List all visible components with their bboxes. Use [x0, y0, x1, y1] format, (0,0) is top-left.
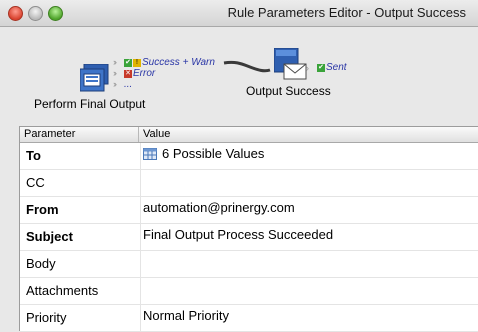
parameter-value[interactable]: Normal Priority [141, 305, 229, 331]
output-label: Error [133, 68, 156, 79]
column-header-parameter[interactable]: Parameter [20, 127, 139, 142]
output-sent[interactable]: › ✔ Sent [306, 62, 347, 73]
parameter-name: CC [20, 170, 141, 196]
parameters-table: Parameter Value To 6 Possible Values CC … [19, 126, 478, 332]
table-row[interactable]: Attachments [20, 278, 478, 305]
table-header: Parameter Value [20, 127, 478, 143]
table-row[interactable]: To 6 Possible Values [20, 143, 478, 170]
chevron-right-icon: ›› [113, 68, 117, 78]
parameter-value[interactable] [141, 251, 143, 277]
column-header-value[interactable]: Value [139, 127, 170, 142]
output-error[interactable]: ›› ✕ Error [113, 68, 215, 79]
close-icon[interactable] [8, 6, 23, 21]
output-success-warn[interactable]: ›› ✔ ! Success + Warn [113, 57, 215, 68]
window-title: Rule Parameters Editor - Output Success [227, 5, 466, 20]
table-row[interactable]: CC [20, 170, 478, 197]
parameter-name: Priority [20, 305, 141, 331]
email-icon[interactable] [273, 47, 308, 82]
check-icon: ✔ [317, 63, 325, 72]
chevron-right-icon: ›› [113, 57, 117, 67]
parameter-name: Attachments [20, 278, 141, 304]
title-bar: Rule Parameters Editor - Output Success [0, 0, 478, 27]
parameter-value-text: 6 Possible Values [162, 146, 265, 161]
chevron-right-icon: ›› [113, 79, 117, 89]
output-label: Success + Warn [142, 57, 215, 68]
rule-diagram: Perform Final Output ›› ✔ ! Success + Wa… [0, 27, 478, 126]
table-row[interactable]: Body [20, 251, 478, 278]
table-row[interactable]: Subject Final Output Process Succeeded [20, 224, 478, 251]
minimize-icon[interactable] [28, 6, 43, 21]
warning-icon: ! [133, 58, 141, 67]
parameter-value[interactable] [141, 170, 143, 196]
parameter-value[interactable]: automation@prinergy.com [141, 197, 295, 223]
parameter-name: To [20, 143, 141, 169]
chevron-right-icon: › [306, 62, 309, 73]
error-icon: ✕ [124, 69, 132, 78]
zoom-icon[interactable] [48, 6, 63, 21]
list-grid-icon [143, 148, 157, 160]
parameter-value[interactable]: Final Output Process Succeeded [141, 224, 333, 250]
parameter-value[interactable]: 6 Possible Values [141, 143, 264, 169]
table-row[interactable]: Priority Normal Priority [20, 305, 478, 332]
parameter-value[interactable] [141, 278, 143, 304]
parameter-name: Body [20, 251, 141, 277]
table-row[interactable]: From automation@prinergy.com [20, 197, 478, 224]
output-process-icon[interactable] [79, 63, 110, 92]
source-outputs: ›› ✔ ! Success + Warn ›› ✕ Error ›› ... [113, 57, 215, 90]
output-label: Sent [326, 62, 347, 73]
target-node-label: Output Success [246, 84, 331, 98]
source-node-label: Perform Final Output [34, 97, 146, 111]
output-more[interactable]: ›› ... [113, 79, 215, 90]
connector-line [223, 60, 271, 73]
parameter-name: From [20, 197, 141, 223]
output-label: ... [124, 79, 133, 90]
parameter-name: Subject [20, 224, 141, 250]
check-icon: ✔ [124, 58, 132, 67]
